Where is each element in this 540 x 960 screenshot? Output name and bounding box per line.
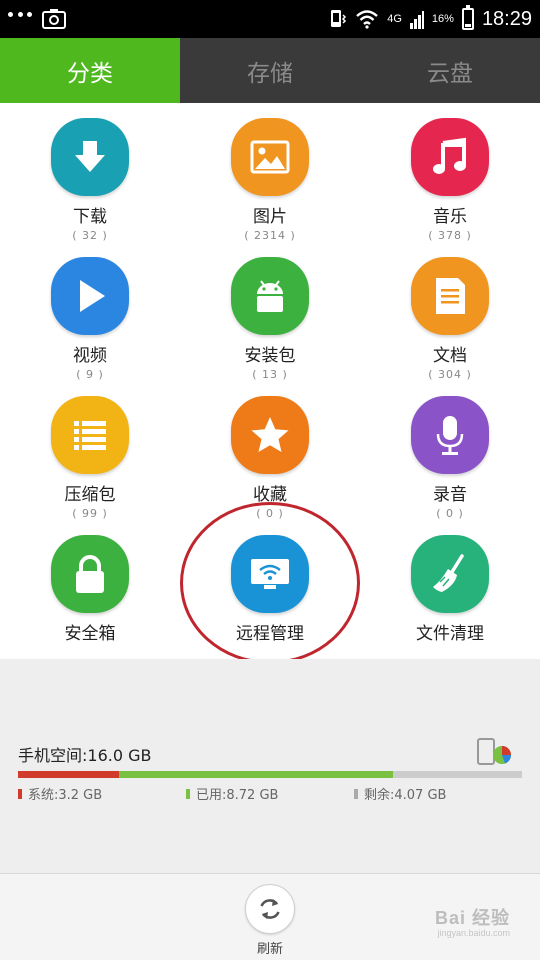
battery-icon: [461, 5, 474, 30]
broom-icon: [411, 535, 489, 613]
category-label: 下载: [73, 207, 107, 227]
tab-cloud[interactable]: 云盘: [360, 38, 540, 103]
category-documents[interactable]: 文档 ( 304 ): [360, 242, 540, 381]
category-recordings[interactable]: 录音 ( 0 ): [360, 381, 540, 520]
category-download[interactable]: 下载 ( 32 ): [0, 103, 180, 242]
more-dots-icon: [8, 12, 32, 20]
category-video[interactable]: 视频 ( 9 ): [0, 242, 180, 381]
storage-bar-free: [393, 771, 522, 778]
storage-panel: 手机空间:16.0 GB 系统:3.2 GB 已用:8.72 GB 剩余:4.0…: [0, 659, 540, 873]
category-count: ( 2314 ): [244, 229, 296, 242]
category-label: 文件清理: [416, 624, 484, 644]
category-label: 图片: [253, 207, 287, 227]
music-icon: [411, 118, 489, 196]
refresh-icon: [260, 899, 280, 919]
battery-percent: 16%: [431, 13, 454, 25]
document-icon: [411, 257, 489, 335]
category-label: 文档: [433, 346, 467, 366]
category-count: ( 9 ): [76, 368, 104, 381]
category-label: 录音: [433, 485, 467, 505]
watermark-url: jingyan.baidu.com: [437, 928, 510, 938]
storage-legend: 系统:3.2 GB 已用:8.72 GB 剩余:4.07 GB: [18, 784, 522, 804]
storage-title: 手机空间:16.0 GB: [18, 746, 152, 765]
category-count: ( 304 ): [428, 368, 472, 381]
category-count: ( 13 ): [252, 368, 288, 381]
category-favorites[interactable]: 收藏 ( 0 ): [180, 381, 360, 520]
storage-usage-bar: [18, 771, 522, 778]
category-count: ( 0 ): [436, 507, 464, 520]
category-label: 安装包: [244, 346, 296, 366]
category-label: 远程管理: [236, 624, 304, 644]
category-music[interactable]: 音乐 ( 378 ): [360, 103, 540, 242]
picture-icon: [231, 118, 309, 196]
category-pictures[interactable]: 图片 ( 2314 ): [180, 103, 360, 242]
legend-used: 已用:8.72 GB: [186, 784, 278, 803]
status-bar: 4G 16% 18:29: [0, 0, 540, 38]
video-icon: [51, 257, 129, 335]
category-remote-management[interactable]: 远程管理: [180, 520, 360, 659]
download-icon: [51, 118, 129, 196]
microphone-icon: [411, 396, 489, 474]
storage-bar-used: [118, 771, 394, 778]
category-safe-box[interactable]: 安全箱: [0, 520, 180, 659]
signal-icon: [409, 11, 424, 29]
archive-icon: [51, 396, 129, 474]
category-label: 收藏: [253, 485, 287, 505]
storage-chart-icon[interactable]: [476, 737, 512, 767]
android-icon: [231, 257, 309, 335]
lock-icon: [51, 535, 129, 613]
category-archives[interactable]: 压缩包 ( 99 ): [0, 381, 180, 520]
monitor-wifi-icon: [231, 535, 309, 613]
category-apk[interactable]: 安装包 ( 13 ): [180, 242, 360, 381]
clock: 18:29: [481, 7, 532, 30]
star-icon: [231, 396, 309, 474]
category-count: ( 32 ): [72, 229, 108, 242]
category-label: 压缩包: [64, 485, 116, 505]
category-label: 音乐: [433, 207, 467, 227]
watermark: Bai 经验: [434, 908, 510, 928]
storage-bar-system: [18, 771, 119, 778]
screenshot-icon: [42, 9, 66, 29]
wifi-icon: [356, 10, 379, 29]
category-grid: 下载 ( 32 ) 图片 ( 2314 ) 音乐 ( 378 ) 视频 (9 …: [0, 103, 540, 659]
tab-storage[interactable]: 存储: [180, 38, 360, 103]
category-count: ( 0 ): [256, 507, 284, 520]
network-type-label: 4G: [387, 13, 402, 25]
legend-system: 系统:3.2 GB: [18, 784, 102, 803]
phone-vibrate-icon: [331, 10, 347, 27]
category-count: ( 99 ): [72, 507, 108, 520]
tab-bar: 分类 存储 云盘: [0, 38, 540, 113]
bottom-bar: 刷新 Bai 经验 jingyan.baidu.com: [0, 873, 540, 960]
refresh-label: 刷新: [256, 942, 283, 957]
refresh-button[interactable]: [245, 884, 295, 934]
category-count: ( 378 ): [428, 229, 472, 242]
category-label: 视频: [73, 346, 107, 366]
category-label: 安全箱: [64, 624, 116, 644]
category-file-cleanup[interactable]: 文件清理: [360, 520, 540, 659]
legend-free: 剩余:4.07 GB: [354, 784, 446, 803]
tab-category[interactable]: 分类: [0, 38, 180, 113]
